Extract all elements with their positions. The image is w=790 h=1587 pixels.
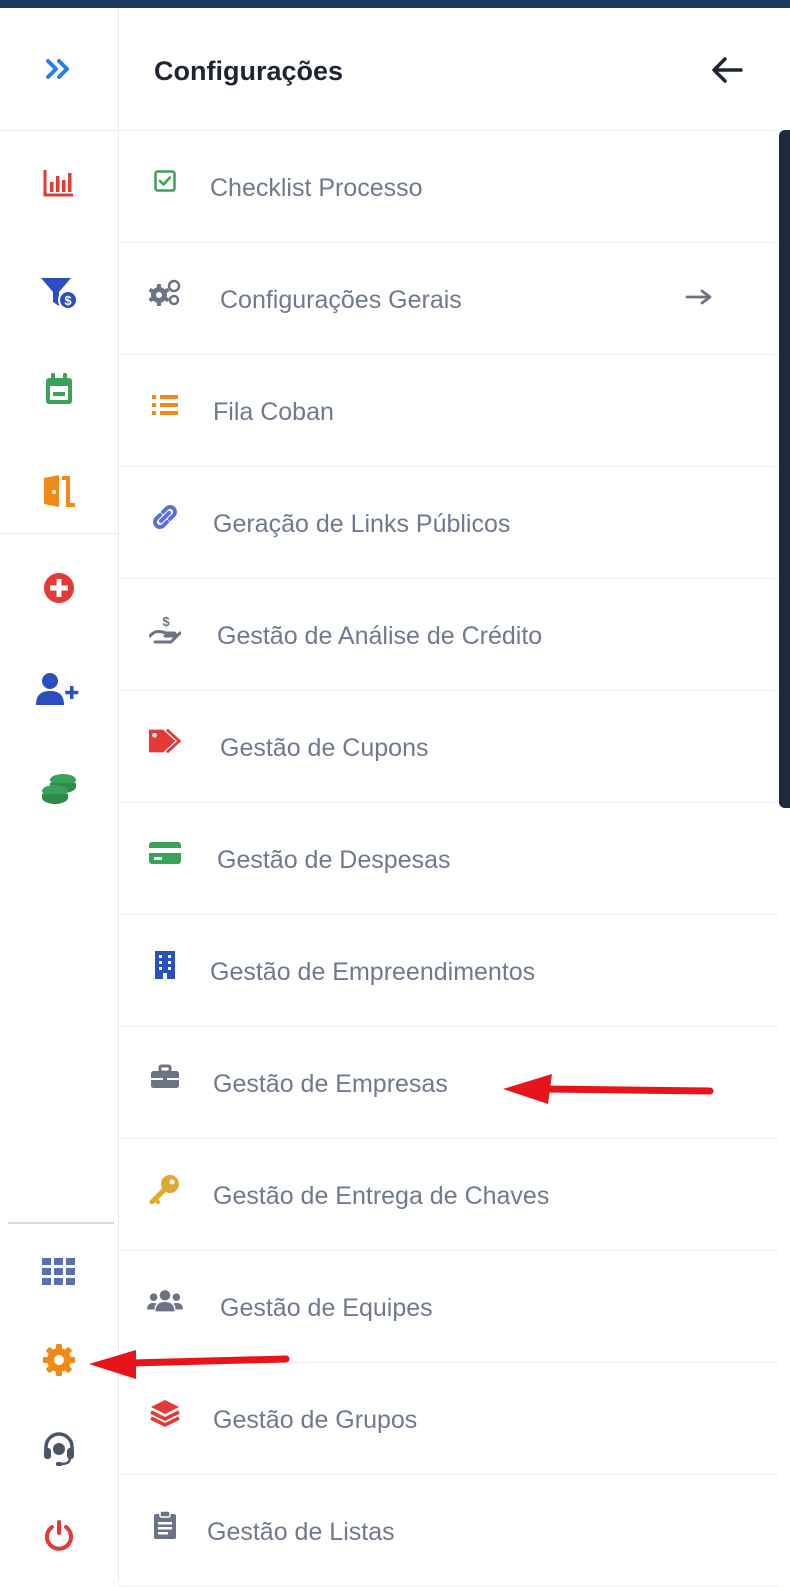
menu-item-label: Gestão de Grupos [213, 1406, 418, 1434]
calendar-icon [46, 373, 72, 404]
tags-icon [147, 723, 183, 759]
menu-item-gestao-despesas[interactable]: Gestão de Despesas [119, 803, 779, 915]
rail-item-add[interactable] [0, 558, 118, 618]
menu-item-label: Gestão de Despesas [217, 846, 451, 874]
headset-icon [44, 1432, 74, 1466]
rail-item-calendar[interactable] [0, 359, 118, 419]
clipboard-icon [147, 1507, 183, 1543]
rail-divider [0, 533, 118, 534]
plus-circle-icon [44, 573, 74, 603]
top-bar [0, 0, 790, 8]
expand-sidebar-button[interactable] [0, 39, 118, 99]
gear-icon [43, 1344, 75, 1376]
menu-item-label: Gestão de Listas [207, 1518, 395, 1546]
panel-header: Configurações [119, 8, 779, 131]
scrollbar-thumb[interactable] [779, 130, 790, 808]
menu-item-label: Gestão de Empreendimentos [210, 958, 536, 986]
menu-item-gestao-entrega-chaves[interactable]: Gestão de Entrega de Chaves [119, 1139, 779, 1251]
rail-item-apps[interactable] [0, 1242, 118, 1302]
rail-item-funnel[interactable]: $ [0, 263, 118, 323]
menu-item-gestao-equipes[interactable]: Gestão de Equipes [119, 1251, 779, 1363]
cogs-icon [147, 275, 183, 311]
grid-icon [42, 1258, 75, 1285]
credit-card-icon [147, 835, 183, 871]
arrow-right-icon [683, 283, 715, 311]
back-button[interactable] [707, 52, 747, 88]
key-icon [147, 1171, 183, 1207]
menu-item-label: Gestão de Entrega de Chaves [213, 1182, 550, 1210]
menu-item-label: Gestão de Equipes [220, 1294, 433, 1322]
funnel-dollar-icon: $ [41, 278, 78, 310]
svg-text:$: $ [162, 614, 170, 629]
menu-item-label: Checklist Processo [210, 174, 423, 202]
menu-item-label: Gestão de Cupons [220, 734, 429, 762]
coins-icon [42, 774, 76, 804]
rail-item-coins[interactable] [0, 759, 118, 819]
door-exit-icon [44, 475, 75, 507]
power-icon [45, 1520, 73, 1551]
layers-icon [147, 1395, 183, 1431]
rail-item-exit[interactable] [0, 461, 118, 521]
menu-item-gestao-empresas[interactable]: Gestão de Empresas [119, 1027, 779, 1139]
double-chevron-right-icon [46, 59, 69, 79]
building-icon [147, 947, 183, 983]
checkbox-icon [147, 163, 183, 199]
menu-item-checklist-processo[interactable]: Checklist Processo [119, 131, 779, 243]
menu-item-label: Gestão de Empresas [213, 1070, 448, 1098]
rail-item-add-user[interactable] [0, 659, 118, 719]
bar-chart-icon [43, 170, 73, 197]
settings-panel: Configurações Checklist Processo Configu… [119, 8, 779, 1587]
menu-item-label: Configurações Gerais [220, 286, 462, 314]
link-icon [147, 499, 183, 535]
briefcase-icon [147, 1059, 183, 1095]
menu-item-gestao-grupos[interactable]: Gestão de Grupos [119, 1363, 779, 1475]
menu-item-label: Gestão de Análise de Crédito [217, 622, 543, 650]
menu-item-gestao-cupons[interactable]: Gestão de Cupons [119, 691, 779, 803]
users-icon [147, 1283, 183, 1319]
hand-dollar-icon: $ [147, 611, 183, 647]
arrow-left-icon [712, 57, 743, 83]
menu-item-gestao-empreendimentos[interactable]: Gestão de Empreendimentos [119, 915, 779, 1027]
rail-item-power[interactable] [0, 1506, 118, 1566]
menu-item-gestao-analise-credito[interactable]: $ Gestão de Análise de Crédito [119, 579, 779, 691]
user-plus-icon [36, 673, 79, 705]
rail-item-support[interactable] [0, 1419, 118, 1479]
menu-item-gestao-listas[interactable]: Gestão de Listas [119, 1475, 779, 1587]
menu-item-configuracoes-gerais[interactable]: Configurações Gerais [119, 243, 779, 355]
menu-item-label: Geração de Links Públicos [213, 510, 511, 538]
rail-item-reports[interactable] [0, 153, 118, 213]
rail-item-settings[interactable] [0, 1330, 118, 1390]
list-icon [147, 387, 183, 423]
rail-divider [0, 130, 118, 131]
page-title: Configurações [154, 56, 344, 86]
menu-item-label: Fila Coban [213, 398, 334, 426]
menu-item-geracao-links-publicos[interactable]: Geração de Links Públicos [119, 467, 779, 579]
menu-item-fila-coban[interactable]: Fila Coban [119, 355, 779, 467]
rail-divider [8, 1222, 114, 1224]
svg-text:$: $ [64, 293, 72, 308]
icon-rail: $ [0, 8, 119, 1582]
